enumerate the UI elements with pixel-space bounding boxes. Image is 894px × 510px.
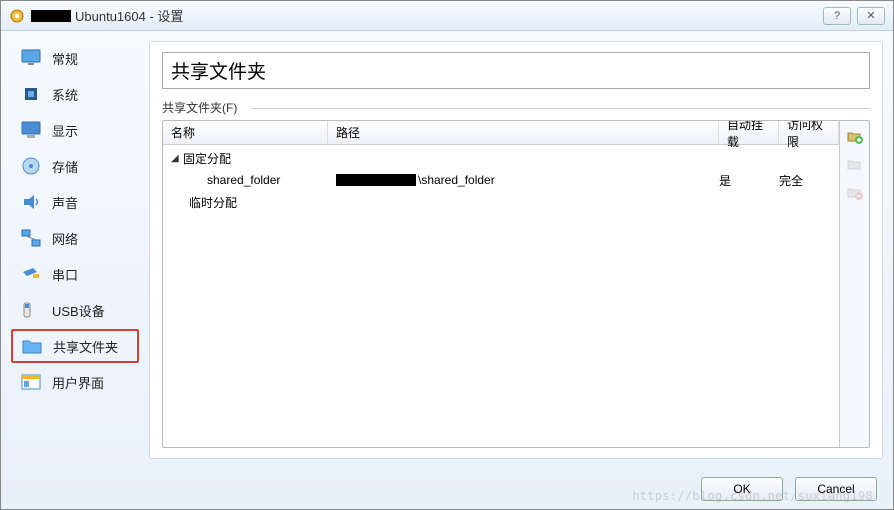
serial-icon (20, 264, 42, 284)
remove-folder-button (845, 183, 865, 203)
table-group-temp[interactable]: 临时分配 (163, 191, 839, 213)
expand-arrow-icon[interactable]: ◢ (171, 153, 183, 164)
close-button[interactable]: ✕ (857, 7, 885, 25)
group-label: 固定分配 (183, 150, 231, 167)
help-button[interactable]: ? (823, 7, 851, 25)
sidebar-label: 存储 (52, 157, 78, 176)
folder-icon (21, 336, 43, 356)
column-permission[interactable]: 访问权限 (779, 121, 839, 144)
sidebar-item-network[interactable]: 网络 (11, 221, 139, 255)
sidebar-label: 声音 (52, 193, 78, 212)
row-auto-mount: 是 (715, 172, 775, 189)
watermark-text: https://blog.csdn.net/suxiang198 (632, 489, 873, 503)
sidebar-label: USB设备 (52, 301, 105, 320)
table-toolbar (839, 121, 869, 447)
sidebar-item-interface[interactable]: 用户界面 (11, 365, 139, 399)
window-title: Ubuntu1604 - 设置 (75, 6, 823, 25)
row-path: \shared_folder (418, 173, 495, 187)
row-permission: 完全 (775, 172, 835, 189)
speaker-icon (20, 192, 42, 212)
sidebar-item-usb[interactable]: USB设备 (11, 293, 139, 327)
column-path[interactable]: 路径 (328, 121, 719, 144)
sidebar-item-display[interactable]: 显示 (11, 113, 139, 147)
table-header: 名称 路径 自动挂载 访问权限 (163, 121, 839, 145)
sidebar-label: 系统 (52, 85, 78, 104)
sidebar-item-general[interactable]: 常规 (11, 41, 139, 75)
usb-icon (20, 300, 42, 320)
row-name: shared_folder (207, 173, 280, 187)
titlebar: Ubuntu1604 - 设置 ? ✕ (1, 1, 893, 31)
column-name[interactable]: 名称 (163, 121, 328, 144)
sidebar-label: 显示 (52, 121, 78, 140)
edit-folder-button (845, 155, 865, 175)
add-folder-button[interactable] (845, 127, 865, 147)
sidebar-label: 网络 (52, 229, 78, 248)
network-icon (20, 228, 42, 248)
chip-icon (20, 84, 42, 104)
redacted-path (336, 174, 416, 186)
sidebar-label: 共享文件夹 (53, 337, 118, 356)
sidebar-item-audio[interactable]: 声音 (11, 185, 139, 219)
sidebar-label: 串口 (52, 265, 78, 284)
sidebar-label: 常规 (52, 49, 78, 68)
sidebar-item-shared-folders[interactable]: 共享文件夹 (11, 329, 139, 363)
column-auto-mount[interactable]: 自动挂载 (719, 121, 779, 144)
fieldset-label: 共享文件夹(F) (162, 99, 870, 116)
main-panel: 共享文件夹 共享文件夹(F) 名称 路径 自动挂载 访问权限 ◢ (149, 41, 883, 459)
interface-icon (20, 372, 42, 392)
display-icon (20, 120, 42, 140)
monitor-icon (20, 48, 42, 68)
panel-title: 共享文件夹 (162, 52, 870, 89)
group-label: 临时分配 (189, 194, 237, 211)
app-icon (9, 8, 25, 24)
redacted-text (31, 10, 71, 22)
table-group-fixed[interactable]: ◢ 固定分配 (163, 147, 839, 169)
disk-icon (20, 156, 42, 176)
sidebar-item-system[interactable]: 系统 (11, 77, 139, 111)
sidebar: 常规 系统 显示 存储 声音 网络 (11, 41, 139, 459)
sidebar-item-serial[interactable]: 串口 (11, 257, 139, 291)
table-row[interactable]: shared_folder \shared_folder 是 完全 (163, 169, 839, 191)
sidebar-item-storage[interactable]: 存储 (11, 149, 139, 183)
sidebar-label: 用户界面 (52, 373, 104, 392)
table-body[interactable]: ◢ 固定分配 shared_folder \shared_fol (163, 145, 839, 447)
